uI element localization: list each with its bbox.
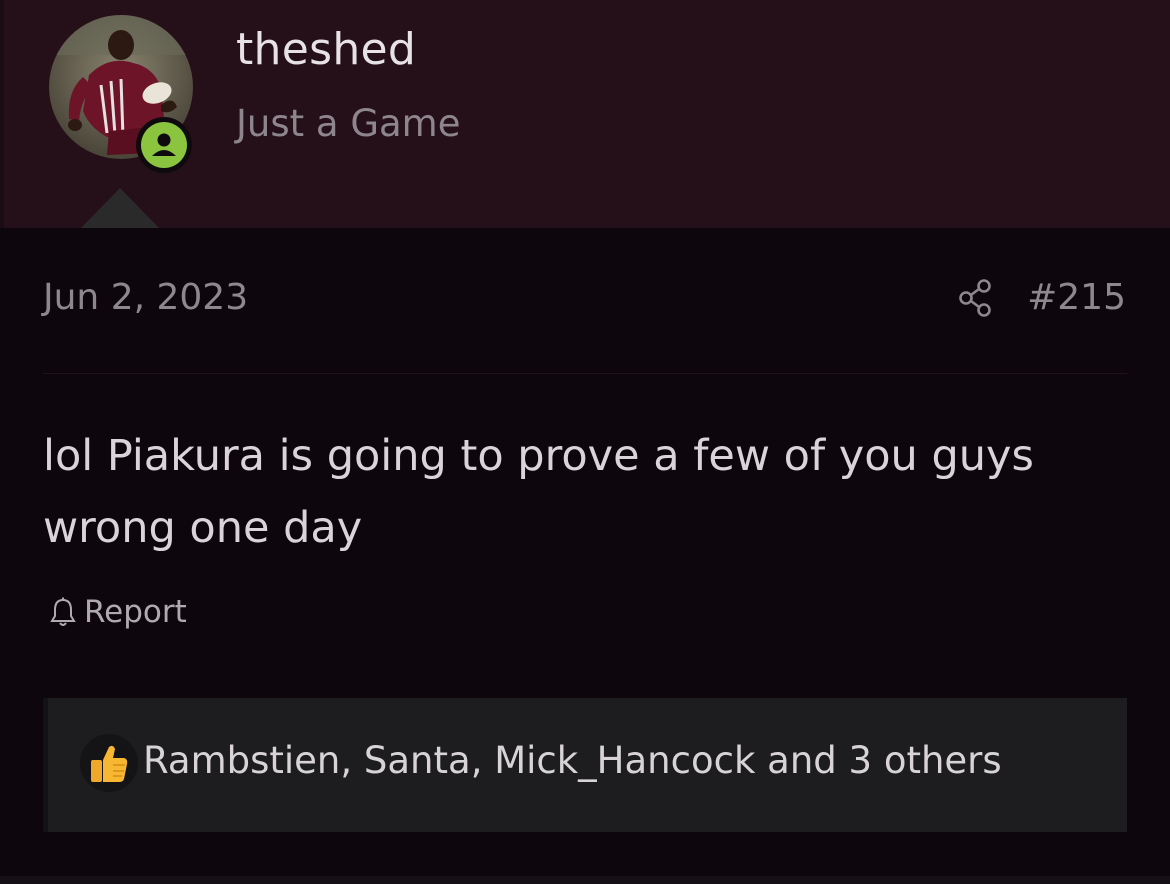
report-button[interactable]: Report bbox=[48, 594, 187, 630]
bell-icon bbox=[50, 597, 76, 626]
online-user-icon bbox=[141, 122, 187, 168]
post-number-link[interactable]: #215 bbox=[1027, 277, 1126, 318]
reaction-users-link[interactable]: Rambstien, Santa, Mick_Hancock and 3 oth… bbox=[143, 739, 1002, 782]
report-label: Report bbox=[84, 594, 187, 630]
reactions-bar: Rambstien, Santa, Mick_Hancock and 3 oth… bbox=[43, 698, 1127, 832]
post-container: Jun 2, 2023 #215 lol Piakura is going to… bbox=[0, 228, 1170, 884]
forum-post-page: theshed Just a Game Jun 2, 2023 #215 lol… bbox=[0, 0, 1170, 884]
user-title: Just a Game bbox=[236, 102, 461, 145]
post-bottom-divider bbox=[0, 876, 1170, 884]
thumbs-up-emoji bbox=[91, 745, 128, 782]
thumbs-up-icon bbox=[80, 734, 138, 792]
divider bbox=[43, 373, 1127, 374]
online-status-badge bbox=[136, 117, 192, 173]
post-date-link[interactable]: Jun 2, 2023 bbox=[43, 277, 248, 318]
post-body: lol Piakura is going to prove a few of y… bbox=[43, 431, 1034, 553]
post-user-header: theshed Just a Game bbox=[0, 0, 1170, 228]
header-pointer-arrow bbox=[81, 188, 159, 228]
username-link[interactable]: theshed bbox=[236, 24, 416, 75]
share-icon[interactable] bbox=[957, 278, 995, 318]
